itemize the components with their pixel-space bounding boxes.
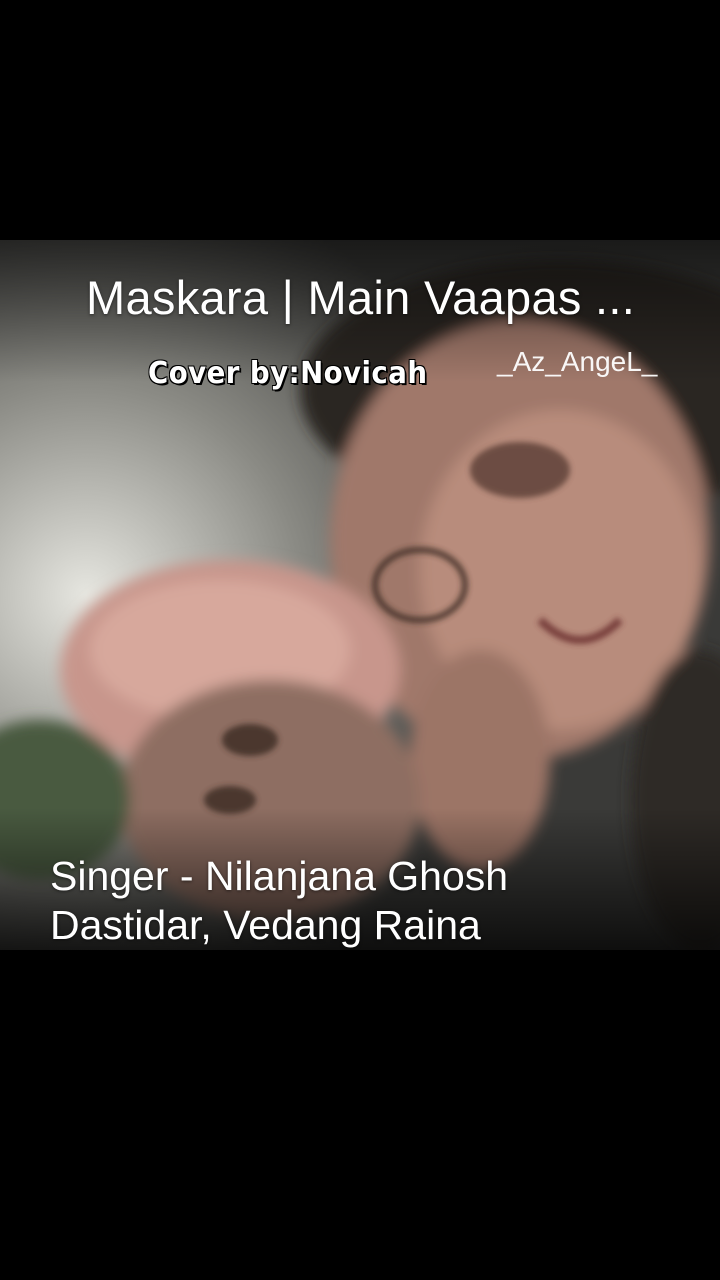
singer-line-1: Singer - Nilanjana Ghosh — [50, 853, 509, 899]
video-frame[interactable]: Maskara | Main Vaapas ... Cover by:Novic… — [0, 240, 720, 950]
singer-line-2: Dastidar, Vedang Raina — [50, 902, 481, 948]
video-screen[interactable]: Maskara | Main Vaapas ... Cover by:Novic… — [0, 0, 720, 1280]
cover-credit: Cover by:Novicah — [147, 355, 428, 392]
watermark-username: _Az_AngeL_ — [497, 346, 658, 377]
singer-credit: Singer - Nilanjana Ghosh Dastidar, Vedan… — [50, 852, 670, 950]
video-title: Maskara | Main Vaapas ... — [86, 271, 636, 324]
